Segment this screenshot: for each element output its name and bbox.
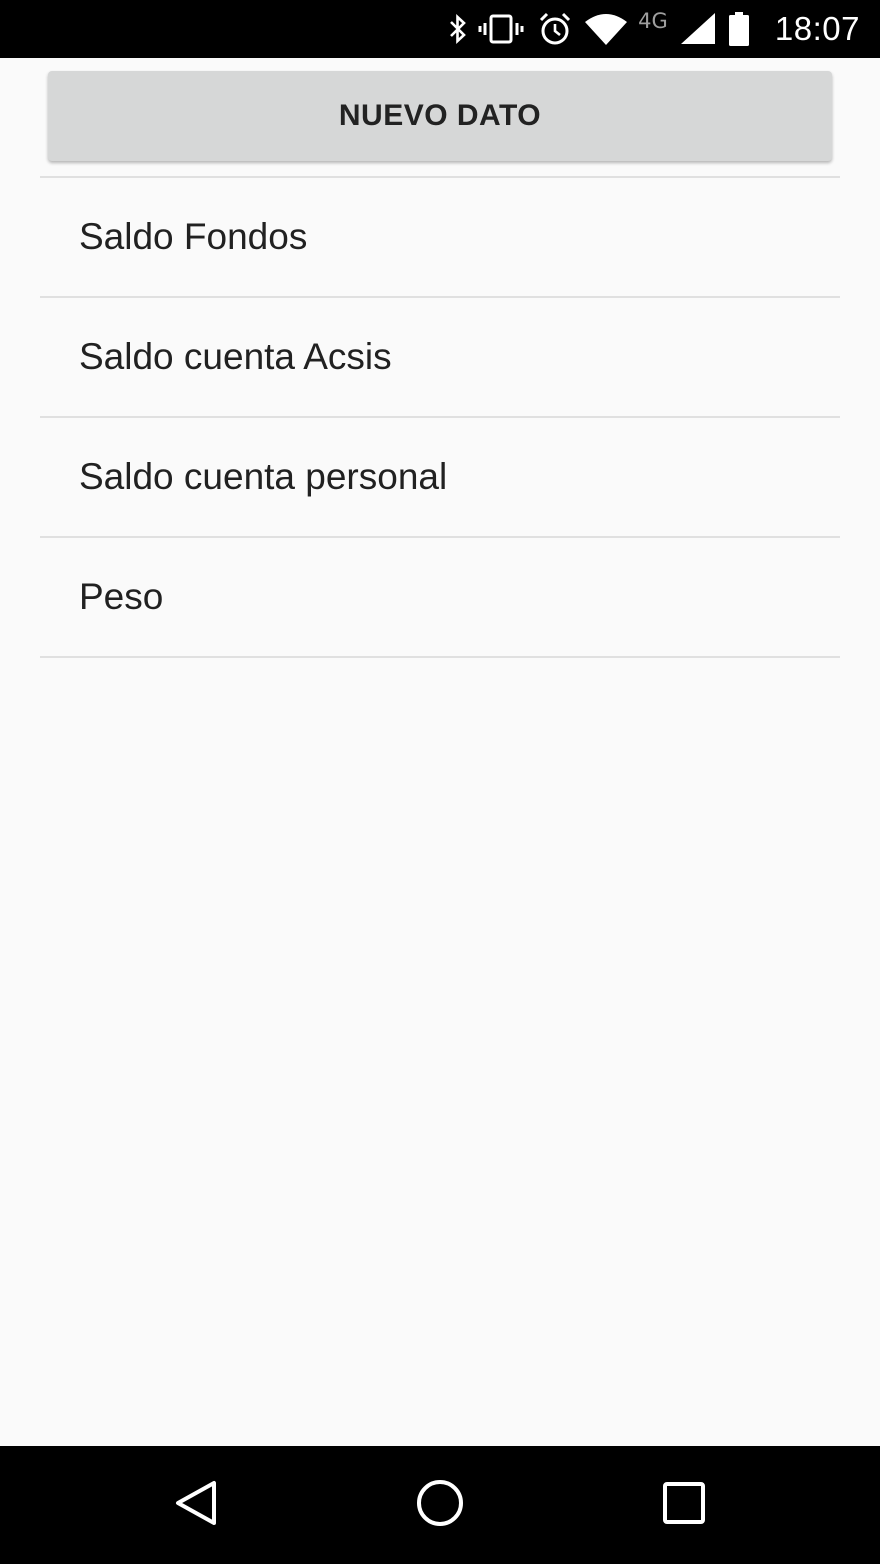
battery-icon [721,0,757,58]
data-list: Saldo Fondos Saldo cuenta Acsis Saldo cu… [40,176,840,658]
home-icon [415,1478,465,1533]
status-bar: 4G 18:07 [0,0,880,58]
list-item[interactable]: Saldo cuenta Acsis [40,298,840,418]
status-icons: 4G 18:07 [443,0,880,58]
wifi-icon [581,0,631,58]
bluetooth-icon [443,0,473,58]
vibrate-icon [473,0,529,58]
list-item[interactable]: Saldo cuenta personal [40,418,840,538]
back-button[interactable] [136,1446,256,1564]
network-type-icon: 4G [631,0,675,58]
status-clock: 18:07 [774,10,860,47]
navigation-bar [0,1446,880,1564]
app-screen: 4G 18:07 NUEVO DATO Saldo Fondos Saldo c… [0,0,880,1564]
alarm-icon [529,0,581,58]
home-button[interactable] [380,1446,500,1564]
list-item[interactable]: Saldo Fondos [40,178,840,298]
list-item[interactable]: Peso [40,538,840,658]
new-data-button[interactable]: NUEVO DATO [48,71,832,161]
network-type-label: 4G [638,9,668,33]
recents-icon [662,1481,706,1530]
signal-icon [675,0,721,58]
recents-button[interactable] [624,1446,744,1564]
back-icon [174,1479,218,1532]
